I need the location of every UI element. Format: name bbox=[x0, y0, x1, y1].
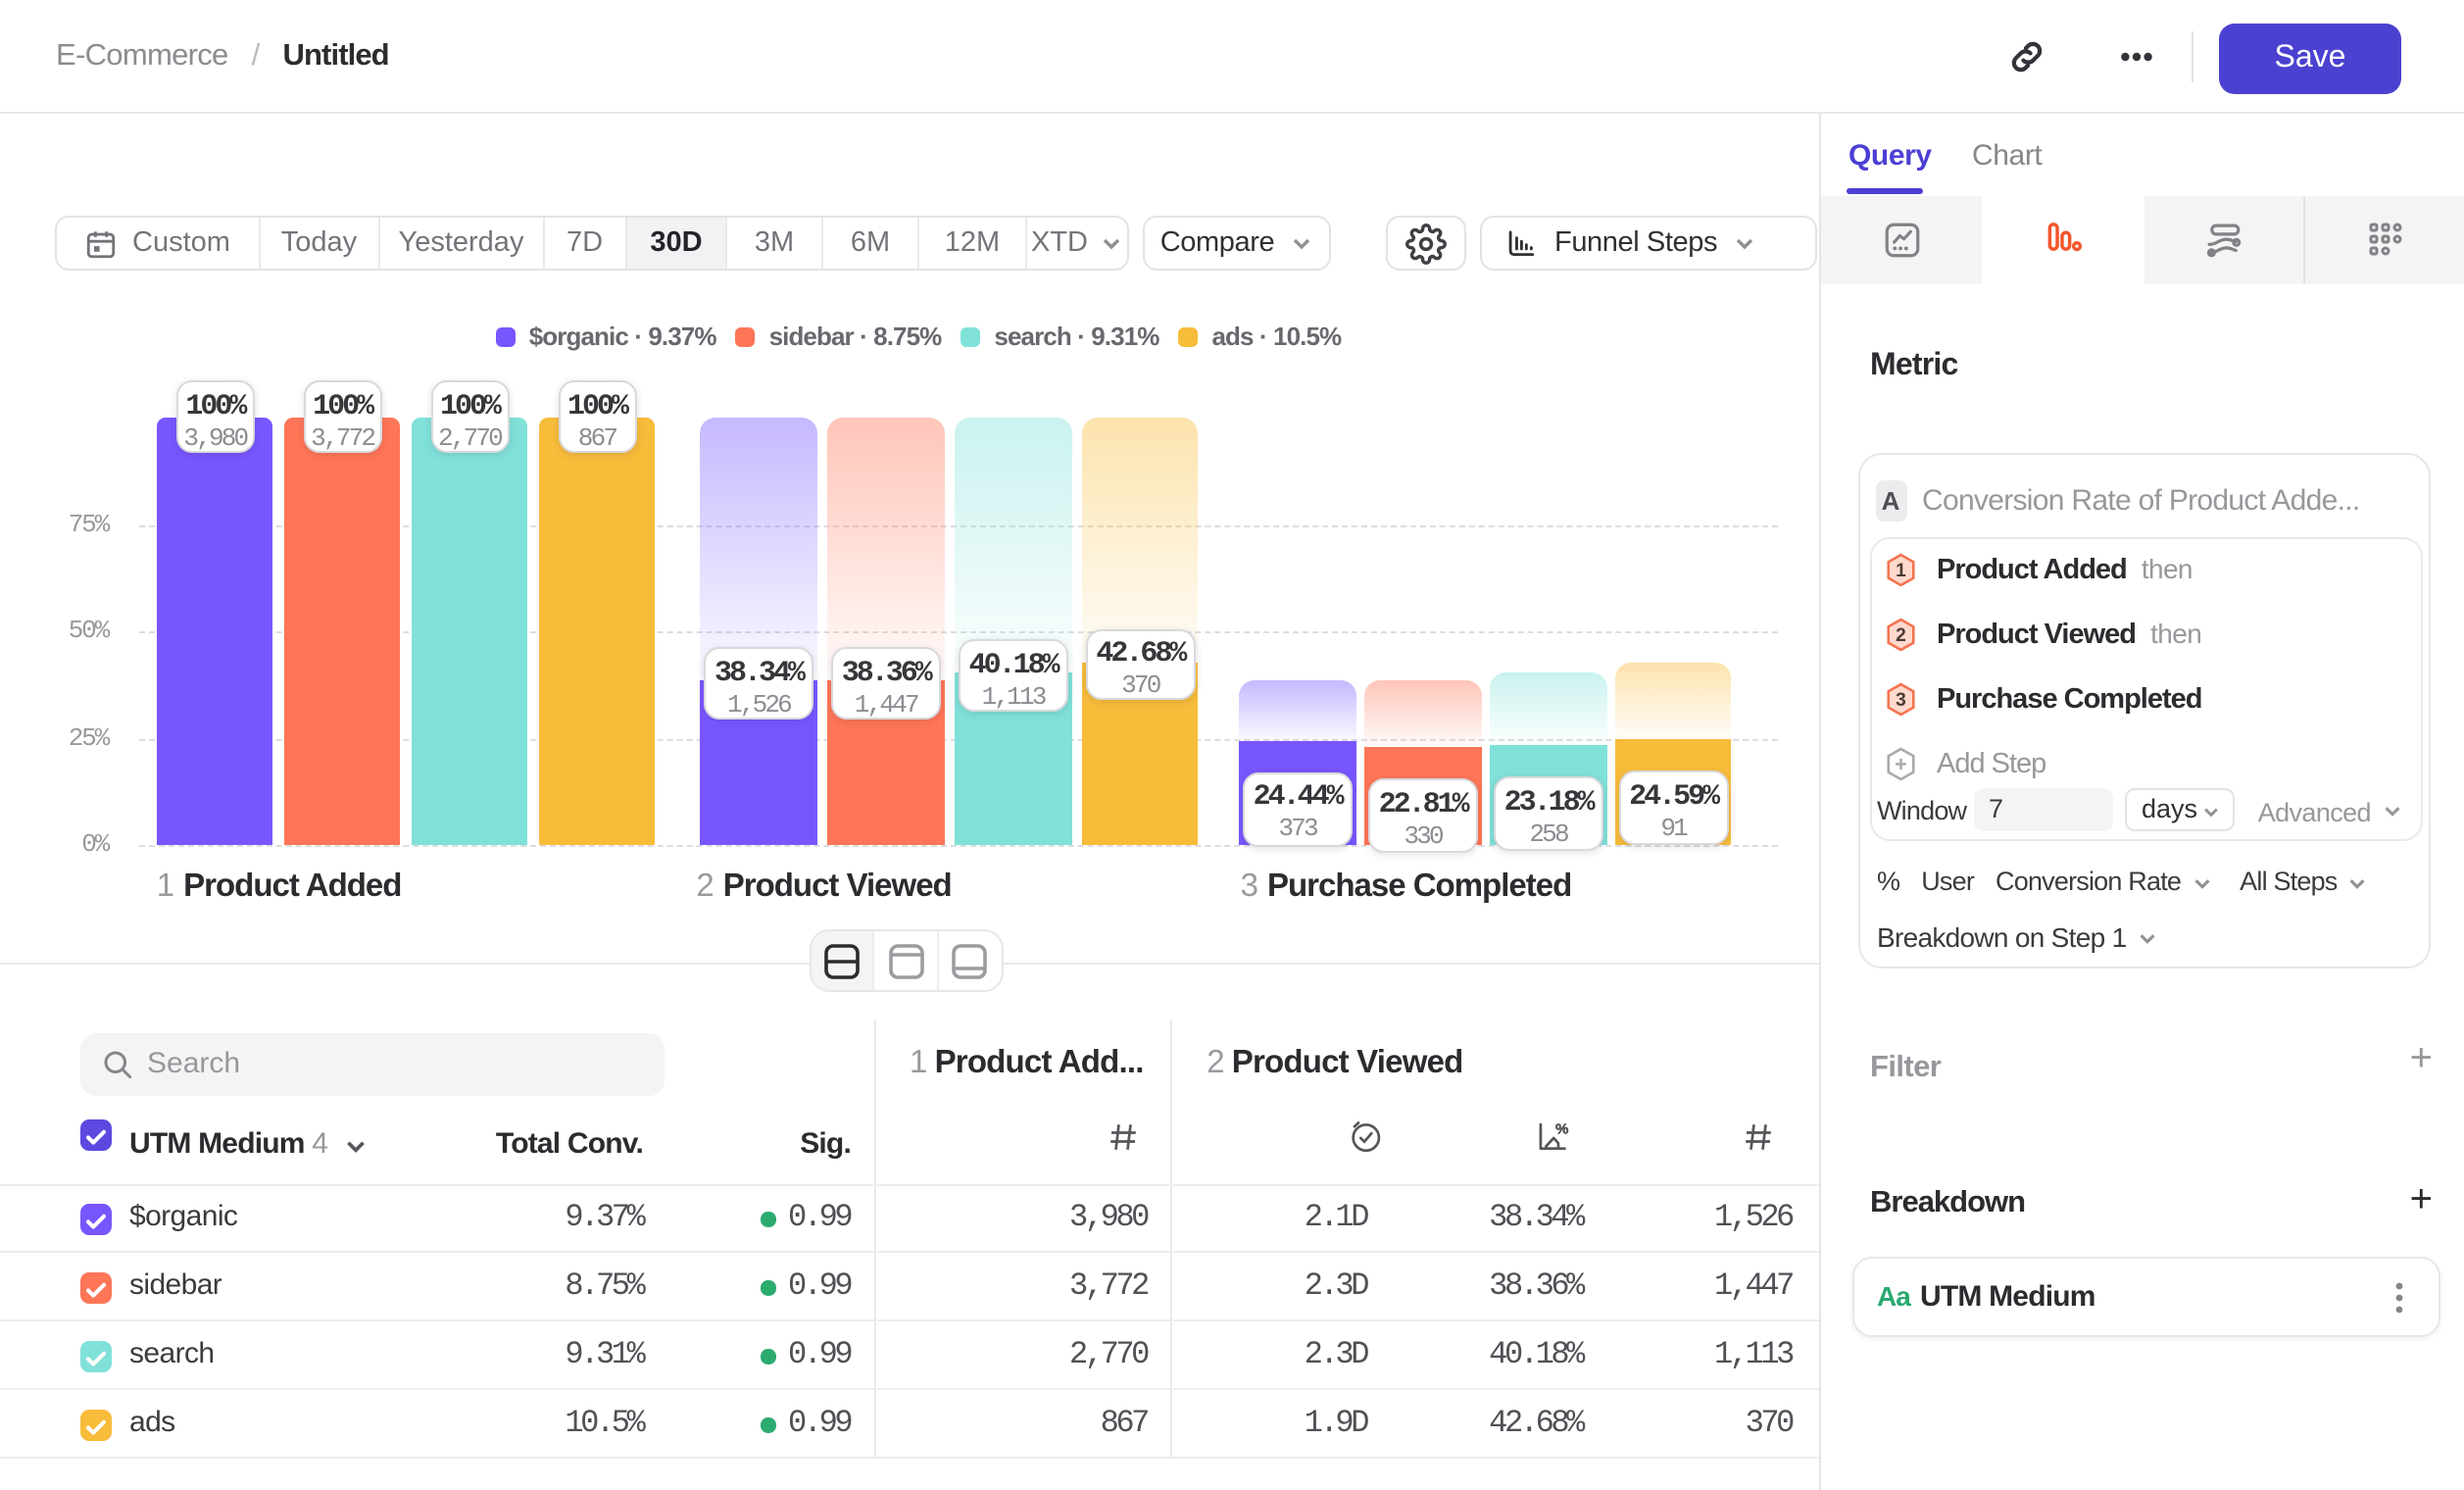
svg-text:2: 2 bbox=[1895, 625, 1905, 646]
svg-text:1: 1 bbox=[1895, 561, 1905, 581]
svg-text:%: % bbox=[1555, 1121, 1568, 1138]
svg-text:3: 3 bbox=[1895, 690, 1905, 711]
